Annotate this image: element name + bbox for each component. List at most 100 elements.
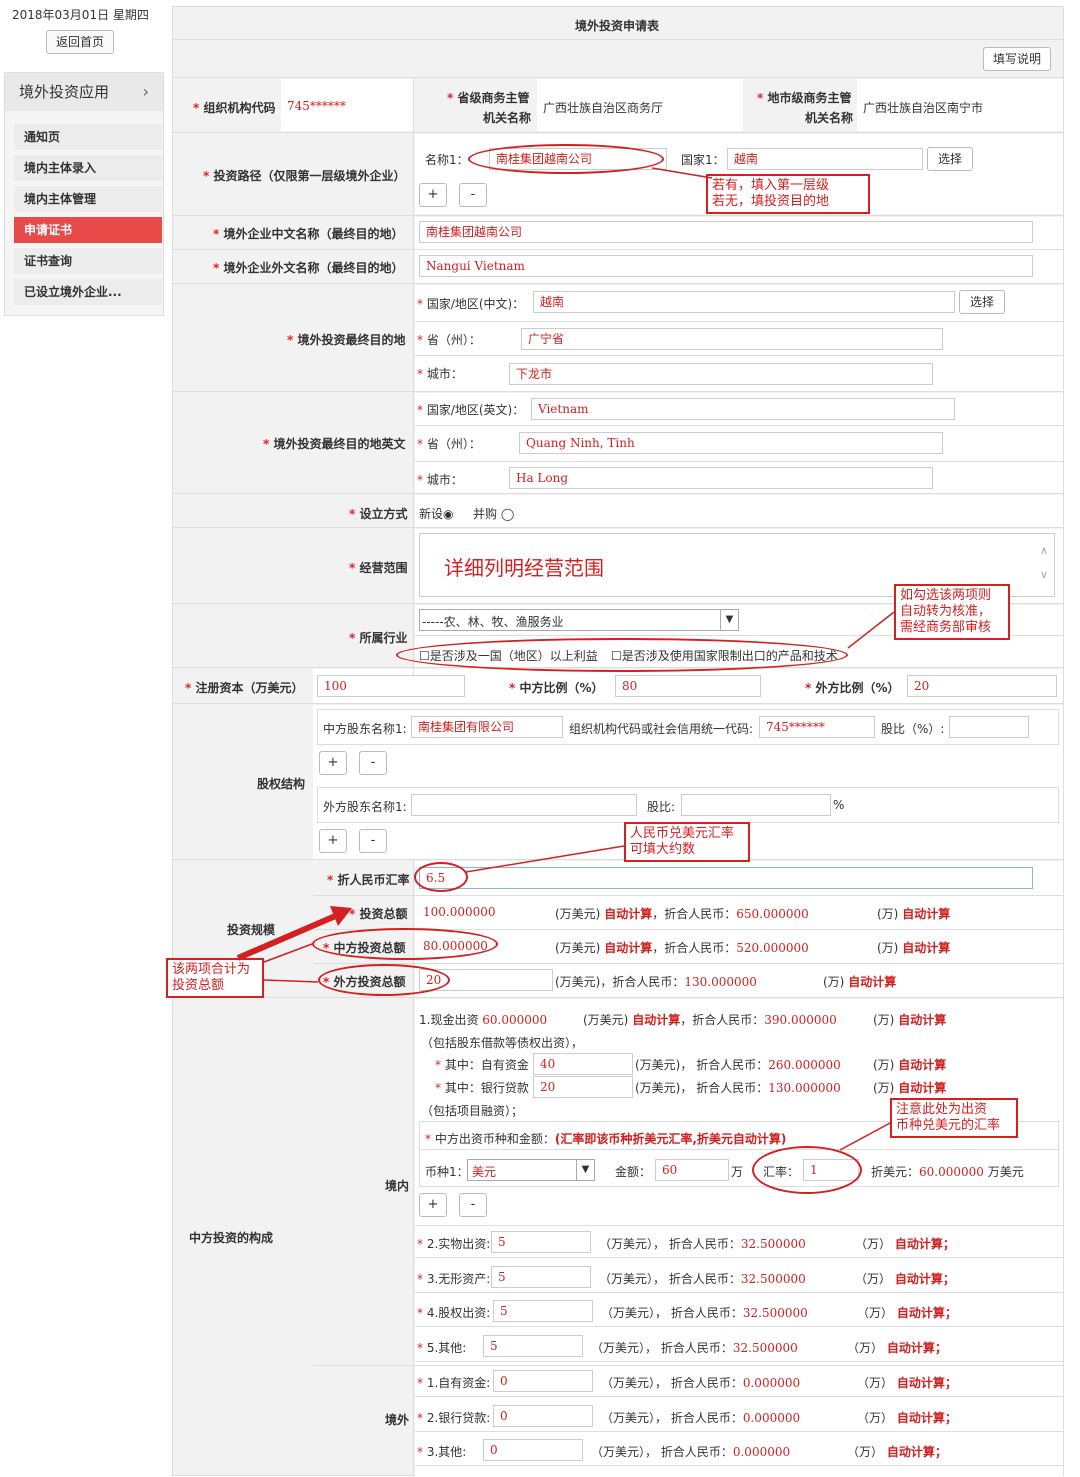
domestic-row-input[interactable]: 5 [483, 1334, 583, 1357]
annotation-rmb-rate: 人民币兑美元汇率 可填大约数 [624, 822, 750, 862]
cash-rmb-auto: (万) 自动计算 [873, 1013, 947, 1027]
domestic-row-auto-text: （万） 自动计算； [855, 1237, 955, 1251]
finance-note: （包括项目融资）； [421, 1104, 524, 1118]
domestic-row-label: * 2.实物出资: [417, 1237, 491, 1251]
industry-value: -----农、林、牧、渔服务业 [422, 615, 564, 629]
foreign-row-input[interactable]: 0 [483, 1439, 583, 1461]
scope-label: * 经营范围 [349, 561, 408, 575]
domestic-row-input[interactable]: 5 [491, 1265, 591, 1288]
scroll-down-icon[interactable]: ∨ [1040, 568, 1048, 581]
dest-en-province-input[interactable]: Quang Ninh, Tinh [519, 432, 943, 454]
own-fund-label: * 其中：自有资金 [435, 1058, 529, 1072]
setup-merge-option[interactable]: 并购 ◯ [473, 505, 514, 522]
dest-cn-province-input[interactable]: 广宁省 [521, 328, 943, 350]
cn-name-label: * 境外企业中文名称（最终目的地） [213, 227, 404, 241]
sidebar-item-manage[interactable]: 境内主体管理 [14, 186, 162, 212]
dest-en-province-label: * 省（州）： [417, 437, 481, 451]
annotation-approve: 如勾选该两项则 自动转为核准， 需经商务部审核 [894, 584, 1010, 640]
domestic-row-input[interactable]: 5 [491, 1231, 591, 1253]
annotation-oval-path-name [468, 144, 664, 174]
sidebar-item-apply[interactable]: 申请证书 [14, 217, 162, 243]
foreign-row-label: * 1.自有资金: [417, 1376, 491, 1390]
cn-share-label: 股比（%）: [881, 722, 945, 736]
fr-share-label: 股比: [647, 800, 676, 814]
help-button[interactable]: 填写说明 [983, 47, 1051, 71]
sidebar-item-query[interactable]: 证书查询 [14, 248, 162, 274]
cn-shareholder-input[interactable]: 南桂集团有限公司 [411, 716, 563, 738]
bank-loan-input[interactable]: 20 [533, 1076, 633, 1098]
fr-shareholder-label: 外方股东名称1: [323, 800, 407, 814]
scale-label: 投资规模 [227, 923, 276, 937]
fr-ratio-input[interactable]: 20 [907, 675, 1057, 697]
sidebar-item-established[interactable]: 已设立境外企业... [14, 279, 162, 305]
sidebar-item-entry[interactable]: 境内主体录入 [14, 155, 162, 181]
credit-code-label: 组织机构代码或社会信用统一代码: [569, 722, 754, 736]
dest-en-country-input[interactable]: Vietnam [531, 398, 955, 420]
domestic-row-auto-text: （万） 自动计算； [847, 1340, 947, 1355]
domestic-row-input[interactable]: 5 [493, 1300, 593, 1322]
path-country-input[interactable]: 越南 [727, 148, 923, 170]
home-button[interactable]: 返回首页 [46, 30, 114, 54]
amount-unit: 万 [731, 1165, 744, 1179]
sidebar-item-notice[interactable]: 通知页 [14, 124, 162, 150]
cn-share-input[interactable] [949, 716, 1029, 738]
fr-shareholder-add-button[interactable]: + [319, 829, 347, 853]
domestic-row-label: * 5.其他: [417, 1340, 467, 1355]
fr-share-input[interactable] [681, 794, 831, 816]
dest-cn-country-input[interactable]: 越南 [533, 291, 955, 313]
currency-add-button[interactable]: + [419, 1193, 447, 1217]
path-add-button[interactable]: + [419, 183, 447, 207]
foreign-row-auto-text: （万） 自动计算； [857, 1376, 957, 1390]
currency-title: * 中方出资币种和金额：(汇率即该币种折美元汇率,折美元自动计算) [425, 1132, 787, 1146]
foreign-row-auto-text: （万） 自动计算； [847, 1445, 947, 1459]
own-fund-input[interactable]: 40 [533, 1053, 633, 1075]
dest-en-city-label: * 城市： [417, 473, 463, 487]
annotation-sum: 该两项合计为 投资总额 [166, 958, 264, 998]
total-rmb-auto: (万) 自动计算 [877, 907, 951, 921]
foreign-row-input[interactable]: 0 [493, 1404, 593, 1427]
chevron-down-icon[interactable]: ▼ [576, 1160, 594, 1180]
amount-input[interactable]: 60 [655, 1159, 729, 1181]
own-fund-rmb-auto: (万) 自动计算 [873, 1058, 947, 1072]
percent-sign: % [833, 798, 845, 812]
annotation-currency: 注意此处为出资 币种兑美元的汇率 [890, 1098, 1018, 1138]
menu-header[interactable]: 境外投资应用 › [5, 73, 163, 111]
industry-label: * 所属行业 [349, 631, 408, 645]
currency-remove-button[interactable]: - [459, 1193, 487, 1217]
foreign-row-rmb-text: （万美元）， 折合人民币：0.000000 [601, 1376, 801, 1390]
cn-shareholder-add-button[interactable]: + [319, 751, 347, 775]
fr-shareholder-remove-button[interactable]: - [359, 829, 387, 853]
dest-cn-city-input[interactable]: 下龙市 [509, 363, 933, 385]
menu-title: 境外投资应用 [19, 83, 110, 101]
cn-ratio-input[interactable]: 80 [615, 675, 761, 697]
foreign-row-input[interactable]: 0 [493, 1370, 593, 1392]
en-name-input[interactable]: Nangui Vietnam [419, 255, 1033, 277]
foreign-row-auto-text: （万） 自动计算； [857, 1410, 957, 1425]
path-select-button[interactable]: 选择 [927, 147, 973, 171]
cn-shareholder-remove-button[interactable]: - [359, 751, 387, 775]
form-title: 境外投资申请表 [575, 19, 660, 33]
path-country-label: 国家1： [681, 153, 725, 167]
capital-input[interactable]: 100 [317, 675, 465, 697]
scroll-up-icon[interactable]: ∧ [1040, 544, 1048, 557]
credit-code-input[interactable]: 745****** [759, 716, 875, 738]
rmb-rate-input[interactable]: 6.5 [419, 867, 1033, 889]
path-remove-button[interactable]: - [459, 183, 487, 207]
cn-shareholder-label: 中方股东名称1: [323, 722, 407, 736]
annotation-oval-rate [414, 862, 468, 892]
setup-new-option[interactable]: 新设◉ [419, 505, 454, 522]
currency-select[interactable]: 美元 ▼ [467, 1159, 595, 1181]
dest-en-city-input[interactable]: Ha Long [509, 467, 933, 489]
dest-cn-select-button[interactable]: 选择 [959, 290, 1005, 314]
radio-checked-icon[interactable]: ◉ [443, 507, 453, 521]
chevron-right-icon: › [142, 82, 149, 101]
total-value: 100.000000 [423, 905, 496, 919]
fr-shareholder-input[interactable] [411, 794, 637, 816]
fr-ratio-label: * 外方比例（%） [805, 681, 900, 695]
industry-select[interactable]: -----农、林、牧、渔服务业 ▼ [419, 609, 739, 631]
chevron-down-icon[interactable]: ▼ [720, 610, 738, 630]
city-authority-label-2: 机关名称 [805, 111, 854, 125]
cn-name-input[interactable]: 南桂集团越南公司 [419, 221, 1033, 243]
capital-label: * 注册资本（万美元） [185, 681, 304, 695]
radio-unchecked-icon[interactable]: ◯ [501, 507, 514, 521]
